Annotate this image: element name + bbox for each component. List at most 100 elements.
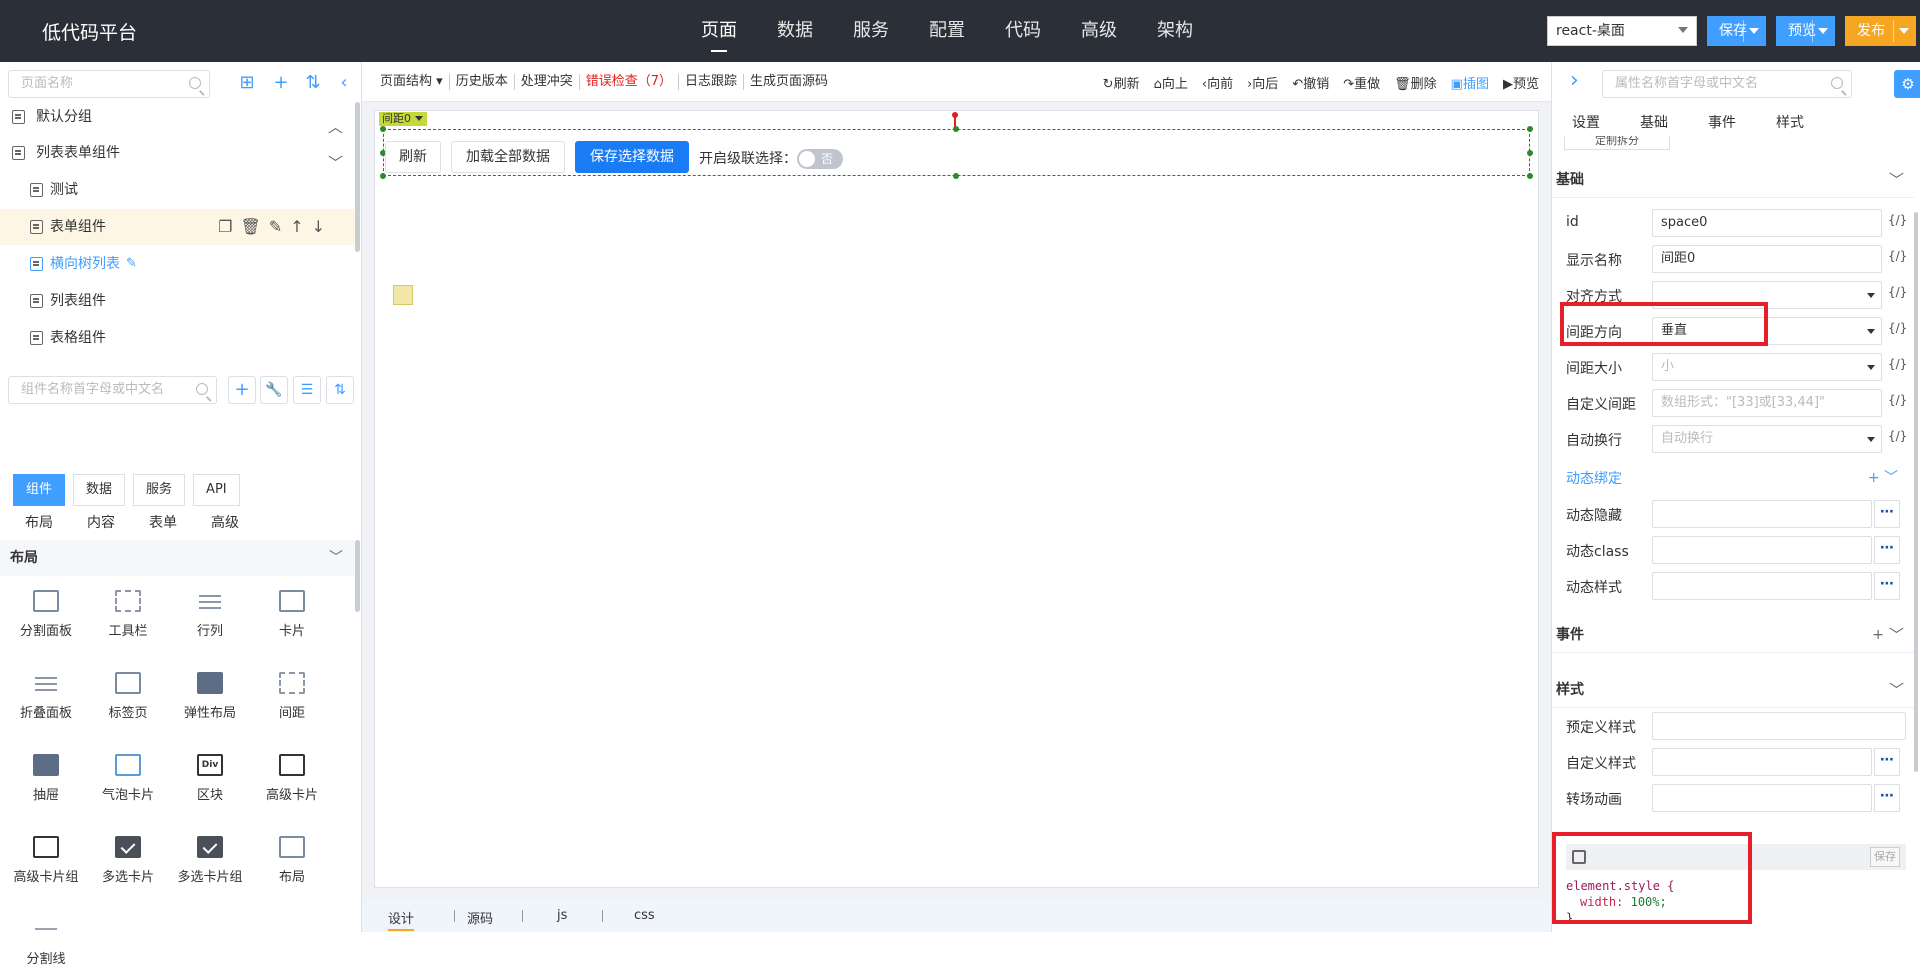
component-divider[interactable]: 分割线 [5,918,87,967]
more-icon[interactable]: ⋯ [1874,784,1900,812]
expression-icon[interactable]: {/} [1888,249,1907,263]
custom-space-input[interactable]: 数组形式："[33]或[33,44]" [1652,389,1882,417]
tab-style[interactable]: 样式 [1776,112,1804,132]
nav-config[interactable]: 配置 [909,0,985,62]
nav-advanced[interactable]: 高级 [1061,0,1137,62]
expression-icon[interactable]: {/} [1888,429,1907,443]
arrow-up-icon[interactable]: ↑ [290,209,303,245]
more-icon[interactable]: ⋯ [1874,500,1900,528]
group-default[interactable]: 默认分组 ︿ [0,99,355,136]
more-icon[interactable]: ⋯ [1874,572,1900,600]
resize-handle[interactable] [380,173,386,179]
edit-icon[interactable]: ✎ [269,209,282,245]
chevron-down-icon[interactable] [1818,28,1828,34]
canvas-refresh-button[interactable]: 刷新 [385,141,441,173]
delete-icon[interactable]: 🗑 [240,209,260,245]
component-popover-card[interactable]: 气泡卡片 [87,754,169,803]
expression-icon[interactable]: {/} [1888,357,1907,371]
id-input[interactable]: space0 [1652,209,1882,237]
scrollbar[interactable] [355,102,360,252]
category-form[interactable]: 表单 [149,512,177,532]
page-item-list[interactable]: 列表组件 [0,283,355,319]
list-order-icon[interactable]: ☰ [293,376,321,404]
chevron-down-icon[interactable]: ﹀ [1889,617,1904,653]
tab-css[interactable]: css [634,908,655,923]
tab-settings[interactable]: 设置 [1572,112,1600,132]
component-advanced-card[interactable]: 高级卡片 [251,754,333,803]
component-layout[interactable]: 布局 [251,836,333,885]
tab-data[interactable]: 数据 [73,474,126,506]
more-icon[interactable]: ⋯ [1874,536,1900,564]
dynamic-binding-header[interactable]: 动态绑定 + ﹀ [1566,459,1906,495]
section-basic[interactable]: 基础 ﹀ [1552,162,1914,198]
component-checkbox-card-group[interactable]: 多选卡片组 [169,836,251,885]
edit-icon[interactable]: ✎ [126,246,137,282]
page-search-input[interactable]: 页面名称 [8,70,210,98]
add-chevron-icon[interactable]: + ﹀ [1868,467,1898,487]
nav-data[interactable]: 数据 [757,0,833,62]
sort-icon[interactable]: ⇅ [299,70,327,98]
component-split-panel[interactable]: 分割面板 [5,590,87,639]
resolve-conflict-link[interactable]: 处理冲突 [515,74,580,90]
add-folder-icon[interactable]: ⊞ [233,70,261,98]
save-selected-data-button[interactable]: 保存选择数据 [575,141,689,173]
component-space[interactable]: 间距 [251,672,333,721]
expression-icon[interactable]: {/} [1888,285,1907,299]
section-style[interactable]: 样式 ﹀ [1552,672,1914,708]
predefined-style-input[interactable] [1652,712,1906,740]
auto-wrap-select[interactable]: 自动换行 [1652,425,1882,453]
chevron-down-icon[interactable]: ﹀ [1889,672,1904,708]
page-item-table[interactable]: 表格组件 [0,320,355,356]
component-checkbox-card[interactable]: 多选卡片 [87,836,169,885]
move-back-button[interactable]: ›向后 [1247,73,1278,92]
move-up-button[interactable]: ⌂向上 [1154,73,1188,92]
component-flex[interactable]: 弹性布局 [169,672,251,721]
preview-link[interactable]: ▶预览 [1503,73,1539,92]
chevron-down-icon[interactable] [1899,28,1909,34]
component-advanced-card-group[interactable]: 高级卡片组 [5,836,87,885]
load-all-data-button[interactable]: 加载全部数据 [451,141,565,173]
property-search-input[interactable]: 属性名称首字母或中文名 [1602,70,1852,98]
delete-button[interactable]: 🗑删除 [1394,73,1437,92]
add-icon[interactable]: + [1872,617,1884,653]
log-trace-link[interactable]: 日志跟踪 [679,74,745,90]
section-layout[interactable]: 布局 ﹀ [0,540,355,576]
section-events[interactable]: 事件 + ﹀ [1552,617,1914,653]
component-drawer[interactable]: 抽屉 [5,754,87,803]
error-check-link[interactable]: 错误检查（7） [580,74,679,90]
save-button[interactable]: 保存 [1707,16,1766,46]
component-search-input[interactable]: 组件名称首字母或中文名 [8,376,217,404]
collapse-left-icon[interactable]: ‹ [330,70,358,98]
tab-source[interactable]: 源码 [467,908,493,927]
redo-button[interactable]: ↷重做 [1343,73,1380,92]
history-version-link[interactable]: 历史版本 [450,74,515,90]
scrollbar[interactable] [1914,212,1918,772]
nav-page[interactable]: 页面 [681,0,757,62]
dynamic-class-input[interactable] [1652,536,1872,564]
category-content[interactable]: 内容 [87,512,115,532]
design-canvas[interactable]: 间距0 刷新 加载全部数据 保存选择数据 开启级联选择： 否 [374,110,1539,888]
clipboard-icon[interactable] [393,285,413,305]
chevron-down-icon[interactable]: ﹀ [329,540,343,576]
tab-design[interactable]: 设计 [388,908,415,931]
expand-right-icon[interactable]: › [1570,68,1579,93]
resize-handle[interactable] [953,173,959,179]
insert-image-button[interactable]: ▣插图 [1451,73,1489,92]
nav-code[interactable]: 代码 [985,0,1061,62]
expression-icon[interactable]: {/} [1888,393,1907,407]
page-structure-menu[interactable]: 页面结构 ▾ [374,74,450,90]
tab-services[interactable]: 服务 [133,474,186,506]
component-row-col[interactable]: 行列 [169,590,251,639]
page-item-tree-list[interactable]: 横向树列表 ✎ [0,246,355,282]
selected-component-tag[interactable]: 间距0 [379,112,427,126]
generate-source-link[interactable]: 生成页面源码 [744,74,834,90]
tab-events[interactable]: 事件 [1708,112,1736,132]
nav-service[interactable]: 服务 [833,0,909,62]
code-save-button[interactable]: 保存 [1870,847,1900,867]
group-list-form[interactable]: 列表表单组件 ﹀ [0,135,355,172]
sort-icon[interactable]: ⇅ [326,376,354,404]
refresh-button[interactable]: ↻刷新 [1103,73,1140,92]
scrollbar[interactable] [355,540,360,612]
resize-handle[interactable] [1527,173,1533,179]
undo-button[interactable]: ↶撤销 [1292,73,1329,92]
